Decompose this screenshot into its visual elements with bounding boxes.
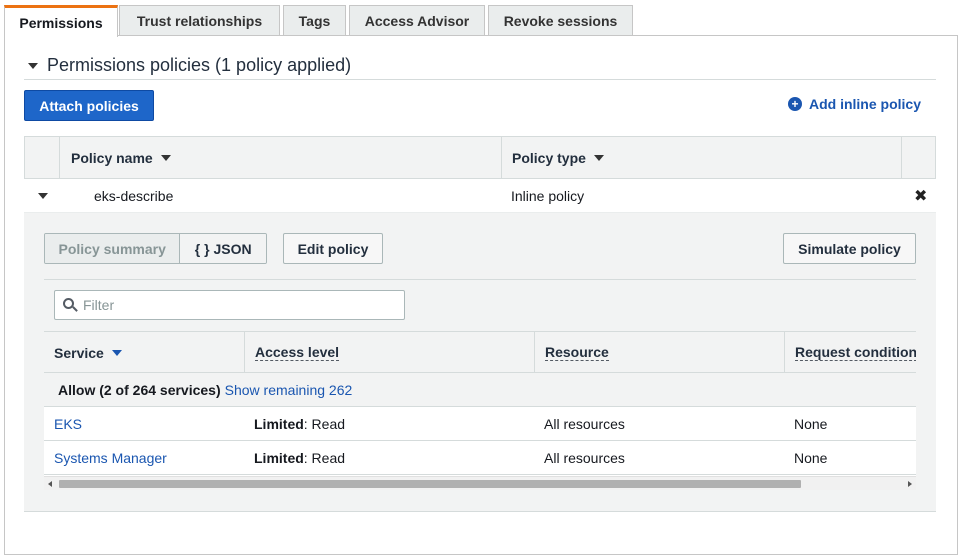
- remove-policy-button[interactable]: ✖: [914, 179, 927, 213]
- expand-row-caret[interactable]: [38, 179, 48, 213]
- caret-down-icon: [38, 193, 48, 199]
- policies-table: Policy name Policy type eks-describe Inl…: [24, 136, 936, 213]
- edit-policy-button[interactable]: Edit policy: [283, 233, 383, 264]
- tab-tags[interactable]: Tags: [283, 5, 346, 36]
- sort-caret-icon: [593, 154, 604, 161]
- filter-bar: Filter: [44, 279, 916, 331]
- column-policy-type-label: Policy type: [512, 149, 586, 166]
- plus-circle-icon: +: [787, 97, 802, 111]
- policy-summary-toggle[interactable]: Policy summary: [45, 234, 181, 263]
- access-level-rest: : Read: [303, 416, 346, 432]
- show-remaining-link[interactable]: Show remaining 262: [225, 382, 353, 398]
- table-row: Systems Manager Limited: Read All resour…: [44, 441, 916, 475]
- condition-cell: None: [794, 450, 828, 466]
- column-policy-name[interactable]: Policy name: [59, 137, 501, 178]
- view-toggle: Policy summary { } JSON: [44, 233, 267, 264]
- tab-trust-relationships[interactable]: Trust relationships: [119, 5, 280, 36]
- permissions-policies-header[interactable]: Permissions policies (1 policy applied): [24, 52, 936, 80]
- section-title: Permissions policies (1 policy applied): [47, 55, 352, 75]
- access-level-cell: Limited: Read: [254, 441, 345, 475]
- json-toggle[interactable]: { } JSON: [180, 234, 266, 263]
- tab-access-advisor[interactable]: Access Advisor: [349, 5, 485, 36]
- horizontal-scrollbar[interactable]: [44, 476, 916, 490]
- column-access-level[interactable]: Access level: [244, 332, 534, 373]
- add-inline-policy-label: Add inline policy: [808, 96, 921, 112]
- resource-cell: All resources: [544, 416, 625, 432]
- column-actions: [901, 137, 935, 178]
- column-request-condition[interactable]: Request condition: [784, 332, 916, 373]
- access-level-rest: : Read: [303, 450, 346, 466]
- policy-detail-panel: Policy summary { } JSON Edit policy Simu…: [24, 213, 936, 512]
- condition-cell: None: [794, 416, 828, 432]
- column-policy-name-label: Policy name: [71, 149, 153, 166]
- access-level-strong: Limited: [254, 450, 304, 466]
- tab-permissions[interactable]: Permissions: [4, 5, 118, 37]
- column-service[interactable]: Service: [44, 332, 244, 373]
- filter-input[interactable]: Filter: [54, 290, 405, 320]
- policies-table-header: Policy name Policy type: [24, 136, 936, 179]
- access-level-cell: Limited: Read: [254, 407, 345, 441]
- scroll-thumb[interactable]: [59, 480, 801, 488]
- resource-cell: All resources: [544, 450, 625, 466]
- search-icon: [63, 298, 78, 312]
- service-link[interactable]: EKS: [54, 407, 82, 441]
- column-access-level-label: Access level: [255, 344, 340, 361]
- table-row: EKS Limited: Read All resources None: [44, 407, 916, 441]
- policy-type-cell: Inline policy: [511, 188, 585, 204]
- column-service-label: Service: [54, 344, 104, 361]
- access-level-strong: Limited: [254, 416, 304, 432]
- services-table-header: Service Access level Resource Request co…: [44, 331, 916, 373]
- add-inline-policy-link[interactable]: + Add inline policy: [787, 96, 921, 112]
- tab-revoke-sessions[interactable]: Revoke sessions: [488, 5, 633, 36]
- collapse-caret-icon[interactable]: [28, 62, 38, 69]
- policy-name-cell[interactable]: eks-describe: [94, 179, 173, 213]
- attach-policies-button[interactable]: Attach policies: [24, 90, 154, 121]
- policy-summary-table: Filter Service Access level Resource Req…: [44, 279, 916, 490]
- allow-summary-row: Allow (2 of 264 services) Show remaining…: [44, 373, 916, 407]
- scroll-left-icon[interactable]: [48, 481, 52, 487]
- column-resource-label: Resource: [545, 344, 609, 361]
- sort-caret-icon: [111, 349, 122, 356]
- column-resource[interactable]: Resource: [534, 332, 784, 373]
- table-row[interactable]: eks-describe Inline policy ✖: [24, 179, 936, 213]
- sort-caret-icon: [160, 154, 171, 161]
- allow-summary-text: Allow (2 of 264 services): [58, 381, 221, 398]
- service-link[interactable]: Systems Manager: [54, 441, 167, 475]
- close-icon: ✖: [914, 188, 928, 205]
- column-policy-type[interactable]: Policy type: [501, 137, 901, 178]
- column-request-condition-label: Request condition: [795, 344, 916, 361]
- simulate-policy-button[interactable]: Simulate policy: [783, 233, 916, 264]
- filter-placeholder: Filter: [83, 297, 115, 313]
- scroll-right-icon[interactable]: [908, 481, 912, 487]
